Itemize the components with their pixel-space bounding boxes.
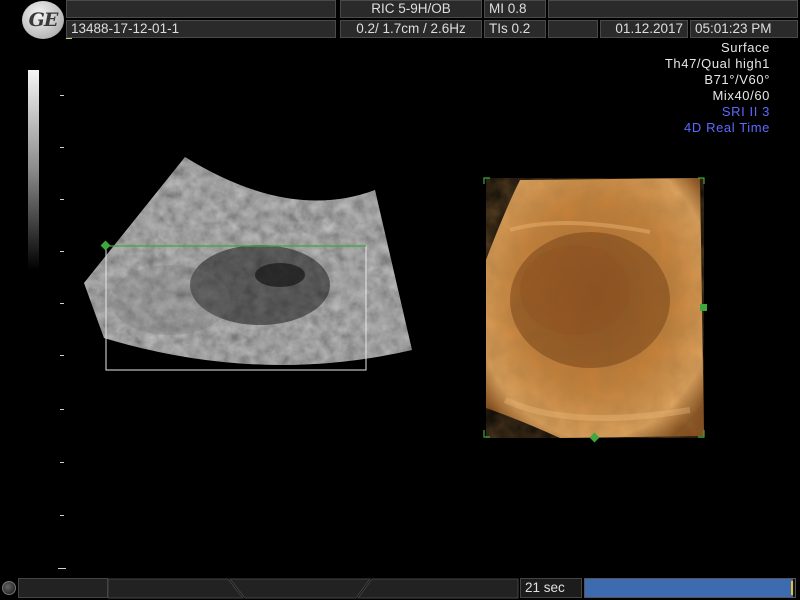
scan-viewport[interactable] bbox=[0, 0, 800, 600]
render-3d-view bbox=[486, 178, 704, 438]
render-side-handle[interactable] bbox=[700, 304, 707, 311]
cine-timer: 21 sec bbox=[520, 578, 582, 598]
cine-progress-marker bbox=[791, 581, 793, 595]
softkey-1[interactable] bbox=[18, 578, 108, 598]
trackball-icon[interactable] bbox=[2, 581, 16, 595]
roi-handle[interactable] bbox=[100, 240, 111, 251]
softkey-tabs[interactable] bbox=[108, 578, 520, 600]
b-mode-image bbox=[84, 157, 412, 365]
cine-progress-fill bbox=[585, 579, 793, 597]
cine-progress-bar[interactable] bbox=[584, 578, 796, 598]
